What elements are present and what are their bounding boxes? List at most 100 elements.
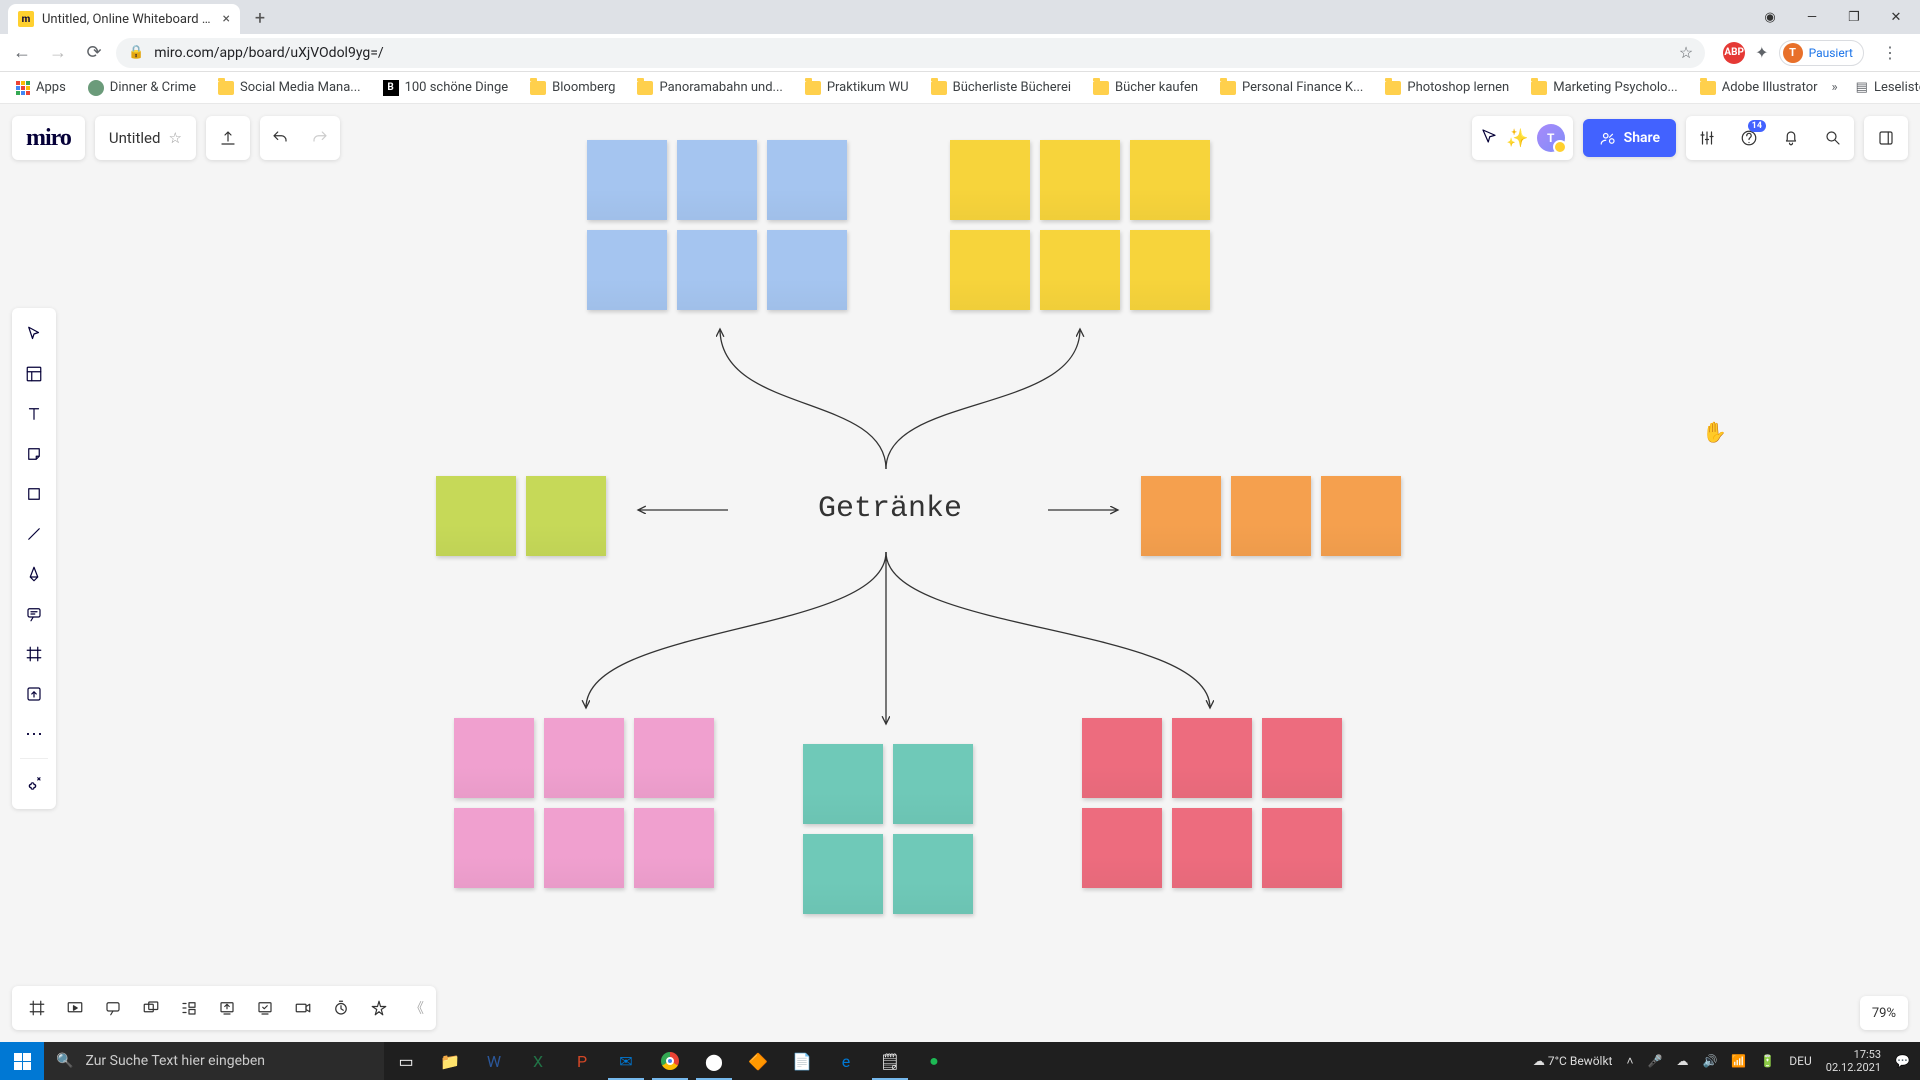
chat-icon[interactable]: [170, 986, 208, 1030]
select-tool[interactable]: [12, 314, 56, 354]
bookmark-item[interactable]: Photoshop lernen: [1377, 76, 1517, 99]
activity-panel-icon[interactable]: [1864, 116, 1908, 160]
bookmark-star-icon[interactable]: ☆: [1679, 43, 1693, 62]
share-button[interactable]: Share: [1583, 119, 1676, 157]
chrome-icon[interactable]: [648, 1042, 692, 1080]
reactions-icon[interactable]: ✨: [1506, 128, 1528, 149]
sticky-note-green[interactable]: [526, 476, 606, 556]
edge-icon[interactable]: e: [824, 1042, 868, 1080]
action-center-icon[interactable]: 💬: [1895, 1054, 1910, 1068]
sticky-note-red[interactable]: [1172, 718, 1252, 798]
sticky-note-red[interactable]: [1172, 808, 1252, 888]
export-button[interactable]: [206, 116, 250, 160]
bookmark-item[interactable]: Panoramabahn und...: [629, 76, 790, 99]
sticky-note-yellow[interactable]: [1130, 140, 1210, 220]
task-view-icon[interactable]: ▭: [384, 1042, 428, 1080]
sticky-note-red[interactable]: [1082, 808, 1162, 888]
more-tools[interactable]: ⋯: [12, 714, 56, 754]
bookmark-item[interactable]: Marketing Psycholo...: [1523, 76, 1686, 99]
frames-panel-icon[interactable]: [18, 986, 56, 1030]
overflow-bookmarks-icon[interactable]: »: [1832, 80, 1838, 95]
bookmark-item[interactable]: Bücher kaufen: [1085, 76, 1206, 99]
zoom-indicator[interactable]: 79%: [1860, 996, 1908, 1030]
sticky-note-teal[interactable]: [893, 744, 973, 824]
volume-icon[interactable]: 🔊: [1702, 1054, 1717, 1068]
timer-icon[interactable]: [322, 986, 360, 1030]
text-tool[interactable]: [12, 394, 56, 434]
notepad-icon[interactable]: 📄: [780, 1042, 824, 1080]
upload-tool[interactable]: [12, 674, 56, 714]
sticky-note-red[interactable]: [1262, 808, 1342, 888]
voting-icon[interactable]: [246, 986, 284, 1030]
bookmark-item[interactable]: Bücherliste Bücherei: [923, 76, 1079, 99]
sticky-note-orange[interactable]: [1321, 476, 1401, 556]
word-icon[interactable]: W: [472, 1042, 516, 1080]
sticky-note-yellow[interactable]: [1040, 140, 1120, 220]
sticky-note-yellow[interactable]: [1040, 230, 1120, 310]
sticky-note-teal[interactable]: [893, 834, 973, 914]
account-circle-icon[interactable]: ◉: [1750, 4, 1790, 30]
apps-button[interactable]: Apps: [8, 76, 74, 99]
cursor-tracking-icon[interactable]: [1480, 127, 1498, 150]
sticky-note-red[interactable]: [1262, 718, 1342, 798]
file-explorer-icon[interactable]: 📁: [428, 1042, 472, 1080]
user-avatar[interactable]: T: [1537, 124, 1565, 152]
back-button[interactable]: ←: [8, 39, 36, 67]
onedrive-icon[interactable]: ☁: [1676, 1054, 1688, 1068]
pen-tool[interactable]: [12, 554, 56, 594]
bookmark-item[interactable]: Personal Finance K...: [1212, 76, 1371, 99]
comment-tool[interactable]: [12, 594, 56, 634]
activity-icon[interactable]: [360, 986, 398, 1030]
settings-icon[interactable]: [1690, 116, 1724, 160]
bookmark-item[interactable]: Dinner & Crime: [80, 76, 204, 100]
presentation-icon[interactable]: [56, 986, 94, 1030]
system-clock[interactable]: 17:53 02.12.2021: [1826, 1048, 1881, 1074]
sticky-note-blue[interactable]: [587, 230, 667, 310]
sticky-note-yellow[interactable]: [950, 140, 1030, 220]
adblock-icon[interactable]: ABP: [1723, 42, 1745, 64]
app-icon[interactable]: 🗒: [868, 1042, 912, 1080]
sticky-note-pink[interactable]: [454, 718, 534, 798]
bookmark-item[interactable]: Social Media Mana...: [210, 76, 369, 99]
close-window-icon[interactable]: ✕: [1876, 4, 1916, 30]
cards-icon[interactable]: [132, 986, 170, 1030]
video-icon[interactable]: [284, 986, 322, 1030]
spotify-icon[interactable]: ●: [912, 1042, 956, 1080]
sticky-note-pink[interactable]: [454, 808, 534, 888]
shape-tool[interactable]: [12, 474, 56, 514]
mail-icon[interactable]: ✉: [604, 1042, 648, 1080]
miro-canvas[interactable]: Getränke ✋: [0, 104, 1920, 1042]
tray-chevron-icon[interactable]: ˄: [1626, 1054, 1633, 1068]
bell-icon[interactable]: [1774, 116, 1808, 160]
line-tool[interactable]: [12, 514, 56, 554]
sticky-note-blue[interactable]: [767, 140, 847, 220]
minimize-icon[interactable]: ―: [1792, 4, 1832, 30]
powerpoint-icon[interactable]: P: [560, 1042, 604, 1080]
obs-icon[interactable]: ⬤: [692, 1042, 736, 1080]
bookmark-item[interactable]: Adobe Illustrator: [1692, 76, 1826, 99]
frame-tool[interactable]: [12, 634, 56, 674]
sticky-note-blue[interactable]: [767, 230, 847, 310]
bookmark-item[interactable]: B100 schöne Dinge: [375, 76, 517, 100]
extensions-icon[interactable]: ✦: [1755, 43, 1768, 62]
sticky-note-pink[interactable]: [544, 718, 624, 798]
sticky-note-orange[interactable]: [1141, 476, 1221, 556]
reading-list-button[interactable]: ▤ Leseliste: [1848, 76, 1920, 99]
help-icon[interactable]: 14: [1732, 116, 1766, 160]
maximize-icon[interactable]: ❐: [1834, 4, 1874, 30]
app-icon[interactable]: 🔶: [736, 1042, 780, 1080]
sticky-note-blue[interactable]: [677, 230, 757, 310]
bookmark-item[interactable]: Praktikum WU: [797, 76, 917, 99]
comments-panel-icon[interactable]: [94, 986, 132, 1030]
battery-icon[interactable]: 🔋: [1760, 1054, 1775, 1068]
sticky-note-teal[interactable]: [803, 834, 883, 914]
chrome-menu-icon[interactable]: ⋮: [1874, 43, 1906, 62]
sticky-note-yellow[interactable]: [950, 230, 1030, 310]
url-input[interactable]: 🔒 miro.com/app/board/uXjVOdol9yg=/ ☆: [116, 38, 1705, 68]
sticky-note-tool[interactable]: [12, 434, 56, 474]
profile-chip[interactable]: T Pausiert: [1779, 40, 1864, 66]
collapse-toolbar-icon[interactable]: 《: [404, 998, 430, 1018]
sticky-note-yellow[interactable]: [1130, 230, 1210, 310]
new-tab-button[interactable]: +: [246, 4, 274, 32]
center-label[interactable]: Getränke: [818, 492, 962, 526]
